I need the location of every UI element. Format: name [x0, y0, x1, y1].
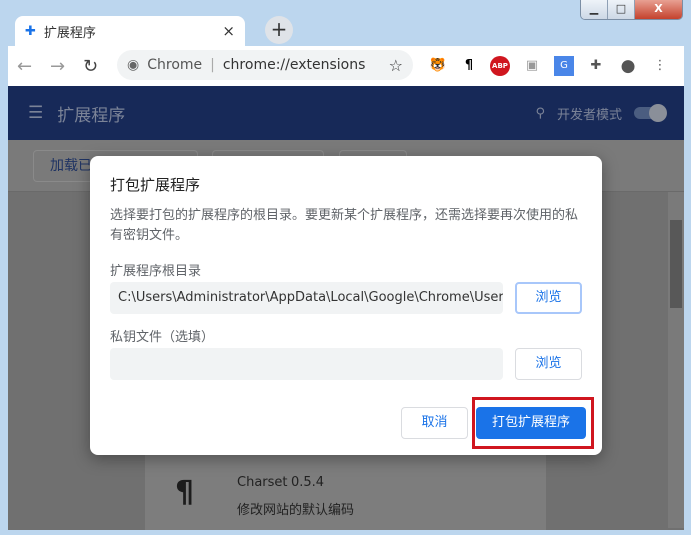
tab-extensions[interactable]: ✚ 扩展程序 × — [15, 16, 245, 46]
extension-name: Charset — [237, 475, 288, 490]
profile-icon[interactable]: ● — [618, 56, 638, 76]
extension-icon[interactable]: 🐯 — [428, 56, 448, 76]
reload-icon[interactable]: ↻ — [74, 56, 107, 77]
url-text: chrome://extensions — [222, 57, 366, 73]
chrome-icon: ◉ — [127, 57, 140, 73]
menu-icon[interactable]: ⋮ — [650, 56, 670, 76]
dev-mode-label: 开发者模式 — [556, 107, 622, 123]
extension-version: 0.5.4 — [291, 475, 325, 490]
maximize-button[interactable]: □ — [608, 0, 635, 19]
browse-root-button[interactable]: 浏览 — [515, 282, 582, 314]
key-file-label: 私钥文件（选填） — [110, 330, 215, 345]
charset-icon[interactable]: ¶ — [459, 56, 479, 76]
extension-card: ¶ Charset 0.5.4 修改网站的默认编码 — [145, 455, 546, 530]
puzzle-icon: ✚ — [25, 23, 36, 39]
extension-icon-4[interactable]: ▣ — [522, 56, 542, 76]
translate-icon[interactable]: G — [554, 56, 574, 76]
window-controls: ▁ □ X — [580, 0, 683, 20]
charset-icon: ¶ — [175, 475, 195, 510]
extensions-header: ☰ 扩展程序 ⚲ 开发者模式 — [8, 86, 684, 140]
browse-key-button[interactable]: 浏览 — [515, 348, 582, 380]
close-tab-icon[interactable]: × — [222, 22, 235, 40]
highlight-box — [472, 397, 594, 449]
search-icon[interactable]: ⚲ — [535, 106, 545, 121]
extensions-puzzle-icon[interactable]: ✚ — [586, 56, 606, 76]
close-window-button[interactable]: X — [635, 0, 682, 19]
header-title: 扩展程序 — [57, 105, 126, 126]
address-bar[interactable]: ◉ Chrome | chrome://extensions ☆ — [117, 50, 413, 80]
divider: | — [210, 57, 215, 73]
pack-extension-dialog: 打包扩展程序 选择要打包的扩展程序的根目录。要更新某个扩展程序，还需选择要再次使… — [90, 156, 602, 455]
minimize-button[interactable]: ▁ — [581, 0, 608, 19]
dialog-title: 打包扩展程序 — [110, 176, 201, 194]
site-chip: Chrome — [147, 57, 203, 73]
dialog-description: 选择要打包的扩展程序的根目录。要更新某个扩展程序，还需选择要再次使用的私有密钥文… — [110, 208, 579, 243]
new-tab-button[interactable]: + — [265, 16, 293, 44]
hamburger-icon[interactable]: ☰ — [28, 103, 43, 123]
key-file-input[interactable] — [110, 348, 503, 380]
tab-title: 扩展程序 — [43, 25, 96, 41]
back-icon[interactable]: ← — [8, 56, 41, 77]
browser-toolbar: ← → ↻ ◉ Chrome | chrome://extensions ☆ 🐯… — [8, 46, 684, 86]
root-dir-input[interactable]: C:\Users\Administrator\AppData\Local\Goo… — [110, 282, 503, 314]
dev-mode-toggle[interactable] — [634, 104, 667, 122]
root-dir-label: 扩展程序根目录 — [110, 264, 202, 279]
forward-icon[interactable]: → — [41, 56, 74, 77]
star-icon[interactable]: ☆ — [389, 56, 403, 75]
extension-description: 修改网站的默认编码 — [237, 503, 355, 518]
cancel-button[interactable]: 取消 — [401, 407, 468, 439]
adblock-icon[interactable]: ABP — [490, 56, 510, 76]
scrollbar-thumb[interactable] — [670, 220, 682, 308]
